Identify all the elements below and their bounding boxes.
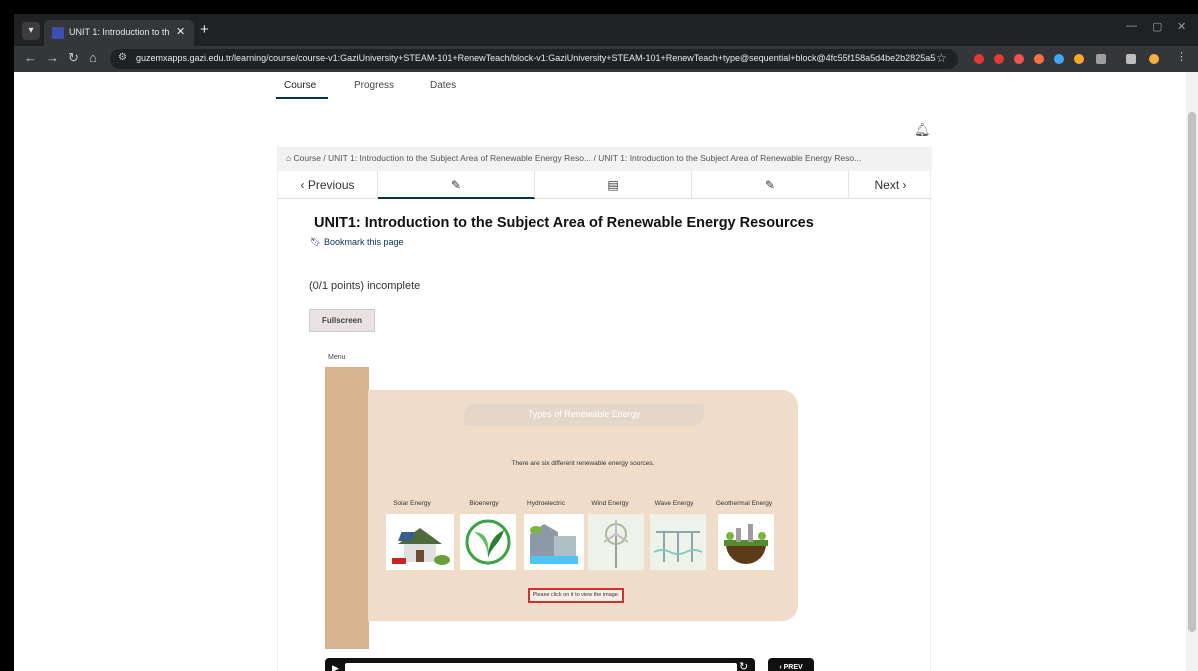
energy-label: Wind Energy <box>591 500 629 507</box>
chevron-right-icon: › <box>902 178 907 192</box>
notification-bell-icon[interactable]: 🔔︎ <box>914 122 931 138</box>
bookmark-star-icon[interactable]: ☆ <box>936 51 947 65</box>
energy-label: Hydroelectric <box>527 500 565 507</box>
breadcrumb-section[interactable]: UNIT 1: Introduction to the Subject Area… <box>328 153 591 163</box>
playback-progress[interactable] <box>345 663 737 671</box>
tab-strip: ▾ UNIT 1: Introduction to the Sub ✕ + — … <box>14 14 1198 46</box>
slide-prev-button[interactable]: ‹ PREV <box>768 658 814 671</box>
solar-energy-image[interactable] <box>386 514 454 570</box>
home-icon[interactable]: ⌂ <box>89 50 97 65</box>
extension-icon[interactable] <box>1034 54 1044 64</box>
bookmark-icon: 🔖︎ <box>310 237 322 247</box>
fullscreen-button[interactable]: Fullscreen <box>309 309 375 332</box>
maximize-icon[interactable]: ▢ <box>1152 20 1162 33</box>
slide-title: Types of Renewable Energy <box>527 409 641 419</box>
breadcrumb-course[interactable]: Course <box>294 153 321 163</box>
breadcrumb-separator: / <box>593 153 596 163</box>
tab-progress[interactable]: Progress <box>354 80 394 91</box>
previous-label: Previous <box>307 178 355 192</box>
slide-title-banner: Types of Renewable Energy <box>464 404 704 426</box>
wind-energy-image[interactable] <box>588 514 644 570</box>
play-icon[interactable]: ▶ <box>332 663 339 671</box>
slide-content: Types of Renewable Energy There are six … <box>368 390 798 621</box>
sequence-unit-2[interactable]: ▤ <box>535 171 692 199</box>
breadcrumb-separator: / <box>323 153 326 163</box>
minimize-icon[interactable]: — <box>1126 20 1137 32</box>
browser-menu-icon[interactable]: ⋮ <box>1176 50 1187 63</box>
home-icon[interactable]: ⌂ <box>286 153 291 163</box>
favicon-icon <box>52 27 64 39</box>
reload-icon[interactable]: ↻ <box>68 50 79 66</box>
replay-icon[interactable]: ↻ <box>739 660 748 671</box>
active-tab-underline <box>276 97 328 99</box>
slide-subtitle: There are six different renewable energy… <box>511 460 655 467</box>
bioenergy-image[interactable] <box>460 514 516 570</box>
next-button[interactable]: Next › <box>849 171 932 199</box>
tab-dates[interactable]: Dates <box>430 80 456 91</box>
energy-label: Wave Energy <box>654 500 694 507</box>
forward-icon[interactable]: → <box>46 50 59 65</box>
address-bar[interactable]: ⚙ guzemxapps.gazi.edu.tr/learning/course… <box>110 49 958 69</box>
edit-icon: ✎ <box>764 178 776 192</box>
bookmark-button[interactable]: 🔖︎ Bookmark this page <box>310 237 404 248</box>
extension-icon[interactable] <box>974 54 984 64</box>
tab-close-icon[interactable]: ✕ <box>176 25 185 38</box>
site-info-icon[interactable]: ⚙ <box>118 52 127 63</box>
bookmark-label: Bookmark this page <box>323 237 404 247</box>
extension-icon[interactable] <box>994 54 1004 64</box>
hydroelectric-image[interactable] <box>524 514 584 570</box>
wave-energy-image[interactable] <box>650 514 706 570</box>
menu-label[interactable]: Menu <box>328 354 346 361</box>
click-instruction: Please click on it to view the image. <box>528 588 624 603</box>
new-tab-icon[interactable]: + <box>200 21 209 38</box>
browser-tab[interactable]: UNIT 1: Introduction to the Sub ✕ <box>44 20 194 46</box>
unit-title: UNIT1: Introduction to the Subject Area … <box>314 215 814 231</box>
sequence-unit-3[interactable]: ✎ <box>692 171 849 199</box>
energy-label: Solar Energy <box>393 500 431 507</box>
media-player-bar: ▶ ↻ <box>325 658 755 671</box>
page-content: Course Progress Dates 🔔︎ ⌂ Course / UNIT… <box>14 72 1198 671</box>
profile-avatar[interactable] <box>1149 54 1159 64</box>
document-icon: ▤ <box>607 178 619 192</box>
extension-icon[interactable] <box>1054 54 1064 64</box>
sequence-unit-1[interactable]: ✎ <box>378 171 535 199</box>
browser-window: ▾ UNIT 1: Introduction to the Sub ✕ + — … <box>14 14 1198 671</box>
scrollbar-thumb[interactable] <box>1188 112 1196 632</box>
tab-title: UNIT 1: Introduction to the Sub <box>69 27 169 37</box>
edit-icon: ✎ <box>450 178 462 192</box>
page-scrollbar[interactable] <box>1186 72 1198 671</box>
extension-icon[interactable] <box>1074 54 1084 64</box>
window-close-icon[interactable]: ✕ <box>1177 20 1186 33</box>
pdf-extension-icon[interactable] <box>1014 54 1024 64</box>
sequence-navigation: ‹ Previous ✎ ▤ ✎ Next › <box>278 171 932 199</box>
side-panel-icon[interactable] <box>1126 54 1136 64</box>
geothermal-energy-image[interactable] <box>718 514 774 570</box>
points-status: (0/1 points) incomplete <box>309 280 421 292</box>
tab-list-icon[interactable]: ▾ <box>22 22 40 40</box>
browser-toolbar: ← → ↻ ⌂ ⚙ guzemxapps.gazi.edu.tr/learnin… <box>14 46 1198 72</box>
chevron-left-icon: ‹ <box>300 178 305 192</box>
energy-label: Geothermal Energy <box>715 500 773 507</box>
breadcrumb-subsection[interactable]: UNIT 1: Introduction to the Subject Area… <box>598 153 861 163</box>
breadcrumb: ⌂ Course / UNIT 1: Introduction to the S… <box>278 147 932 171</box>
previous-button[interactable]: ‹ Previous <box>278 171 378 199</box>
url-text: guzemxapps.gazi.edu.tr/learning/course/c… <box>136 53 936 63</box>
unit-card: ⌂ Course / UNIT 1: Introduction to the S… <box>277 147 932 671</box>
next-label: Next <box>874 178 900 192</box>
menu-sidebar[interactable] <box>325 367 369 649</box>
tab-course[interactable]: Course <box>284 80 316 91</box>
extensions-puzzle-icon[interactable] <box>1096 54 1106 64</box>
back-icon[interactable]: ← <box>24 50 37 65</box>
